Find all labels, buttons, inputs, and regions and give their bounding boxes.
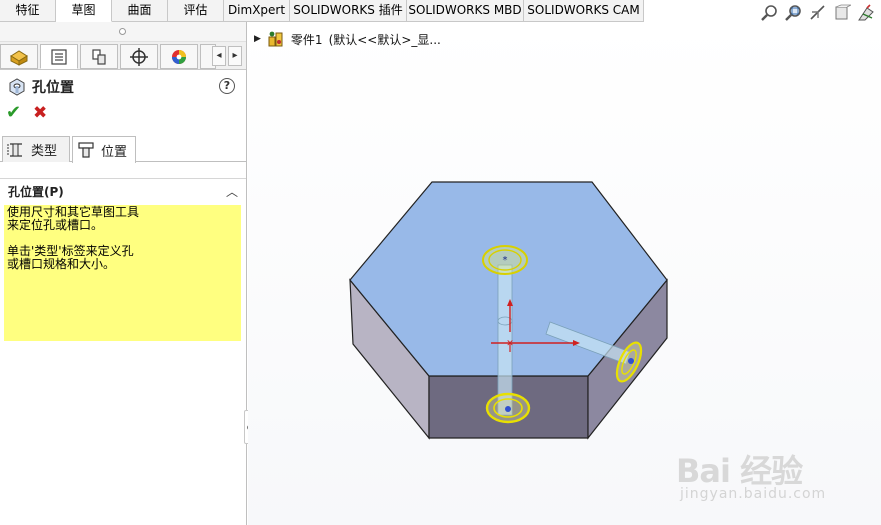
property-manager-header: 孔位置 [8,76,74,98]
tab-propertymanager[interactable] [40,44,78,69]
property-manager-panel: ◂ ▸ 孔位置 ? ✔ ✖ 类型 位置 孔位置(P) ︿ 使用尺寸和其它草图工具… [0,22,247,525]
hole-position-group[interactable]: 孔位置(P) ︿ [0,178,246,200]
hole-center-mark-icon: * [503,255,508,266]
tab-scroll-right[interactable]: ▸ [228,46,242,66]
hole-center-point [505,406,511,412]
tab-display-manager[interactable] [160,44,198,69]
group-title: 孔位置(P) [8,185,64,199]
tab-position-label: 位置 [101,144,128,160]
hint-line: 来定位孔或槽口。 [7,218,104,232]
collapse-chevron-icon[interactable]: ︿ [226,183,238,200]
tab-type[interactable]: 类型 [2,136,70,162]
configurationmanager-icon [92,48,106,65]
ok-button[interactable]: ✔ [6,104,22,122]
tab-solidworks-addins[interactable]: SOLIDWORKS 插件 [290,0,407,22]
featuremanager-icon [10,49,28,66]
hint-message-box: 使用尺寸和其它草图工具 来定位孔或槽口。 单击'类型'标签来定义孔 或槽口规格和… [4,205,241,341]
tab-scroll-left[interactable]: ◂ [212,46,226,66]
manager-tabs: ◂ ▸ [0,42,246,70]
tab-featuremanager[interactable] [0,44,38,69]
tab-sketch[interactable]: 草图 [56,0,112,22]
view-toolbar [761,4,875,24]
zoom-to-fit-icon[interactable] [761,4,779,22]
tab-solidworks-mbd[interactable]: SOLIDWORKS MBD [407,0,524,22]
propertymanager-icon [51,48,67,65]
tab-features[interactable]: 特征 [0,0,56,22]
baidu-watermark: Bai 经验 jingyan.baidu.com [676,432,876,512]
side-hole-center-point [628,358,634,364]
hint-line: 或槽口规格和大小。 [7,257,116,271]
view-orientation-icon[interactable] [857,4,875,22]
hole-sub-tabs: 类型 位置 [0,136,246,163]
zoom-to-area-icon[interactable] [785,4,803,22]
tab-type-label: 类型 [31,144,58,159]
graphics-area[interactable]: ▶ 零件1 (默认<<默认>_显... * ✕ Bai 经验 jingyan.b… [248,22,881,525]
hole-wizard-icon [9,78,25,96]
page-title: 孔位置 [32,80,74,96]
tab-dimxpert[interactable]: DimXpert [224,0,290,22]
hole-type-icon [7,142,22,157]
command-manager-tabs: 特征 草图 曲面 评估 DimXpert SOLIDWORKS 插件 SOLID… [0,0,881,22]
dimxpertmanager-icon [130,47,148,66]
tab-dimxpertmanager[interactable] [120,44,158,69]
panel-grip[interactable] [0,22,246,42]
origin-icon: ✕ [506,339,514,349]
tab-evaluate[interactable]: 评估 [168,0,224,22]
hole-position-icon [78,142,94,158]
cancel-button[interactable]: ✖ [33,104,49,122]
previous-view-icon[interactable] [809,4,827,22]
watermark-url: jingyan.baidu.com [680,486,827,502]
section-view-icon[interactable] [833,4,851,22]
display-manager-icon [172,49,186,64]
help-button[interactable]: ? [219,78,235,94]
tab-surfaces[interactable]: 曲面 [112,0,168,22]
grip-dot [119,28,126,35]
tab-solidworks-cam[interactable]: SOLIDWORKS CAM [524,0,644,22]
tab-position[interactable]: 位置 [72,136,136,163]
tab-configurationmanager[interactable] [80,44,118,69]
